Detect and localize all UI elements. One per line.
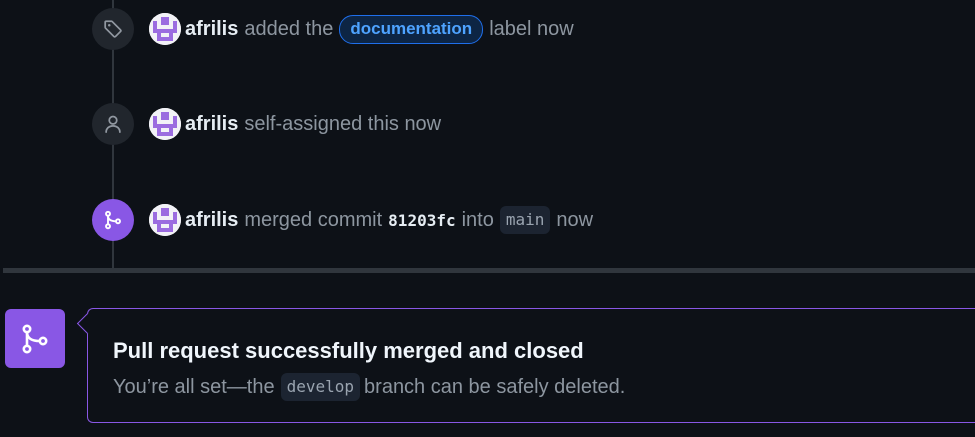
merge-desc-after: branch can be safely deleted. <box>364 375 626 398</box>
avatar[interactable] <box>149 204 181 236</box>
event-text-into: into <box>461 208 494 231</box>
event-text-suffix: now <box>556 208 594 231</box>
timeline-event-self-assigned: afrilis self-assigned this now <box>92 103 441 145</box>
timeline-event-label-added: afrilis added the documentation label no… <box>92 8 574 50</box>
person-icon <box>92 103 134 145</box>
event-text-suffix: label now <box>489 17 574 40</box>
branch-name-develop[interactable]: develop <box>280 373 361 401</box>
merge-status-box: Pull request successfully merged and clo… <box>76 308 975 423</box>
actor-link[interactable]: afrilis <box>185 113 238 136</box>
avatar[interactable] <box>149 13 181 45</box>
label-documentation[interactable]: documentation <box>339 14 484 44</box>
merge-status-title: Pull request successfully merged and clo… <box>113 338 584 363</box>
git-merge-icon <box>92 199 134 241</box>
avatar[interactable] <box>149 108 181 140</box>
git-merge-icon <box>5 309 65 368</box>
event-text: merged commit <box>244 208 383 231</box>
event-text: added the <box>244 17 334 40</box>
commit-sha-link[interactable]: 81203fc <box>388 211 455 230</box>
merge-box-pointer <box>76 312 99 335</box>
pr-timeline-page: afrilis added the documentation label no… <box>0 0 975 437</box>
actor-link[interactable]: afrilis <box>185 18 238 41</box>
actor-link[interactable]: afrilis <box>185 209 238 232</box>
merge-status-description: You’re all set—the develop branch can be… <box>113 373 625 401</box>
timeline-divider <box>3 268 975 273</box>
event-text: self-assigned this now <box>244 112 442 135</box>
merge-desc-before: You’re all set—the <box>113 375 275 398</box>
branch-name-main[interactable]: main <box>499 206 551 234</box>
timeline-event-merged: afrilis merged commit 81203fc into main … <box>92 199 593 241</box>
tag-icon <box>92 8 134 50</box>
